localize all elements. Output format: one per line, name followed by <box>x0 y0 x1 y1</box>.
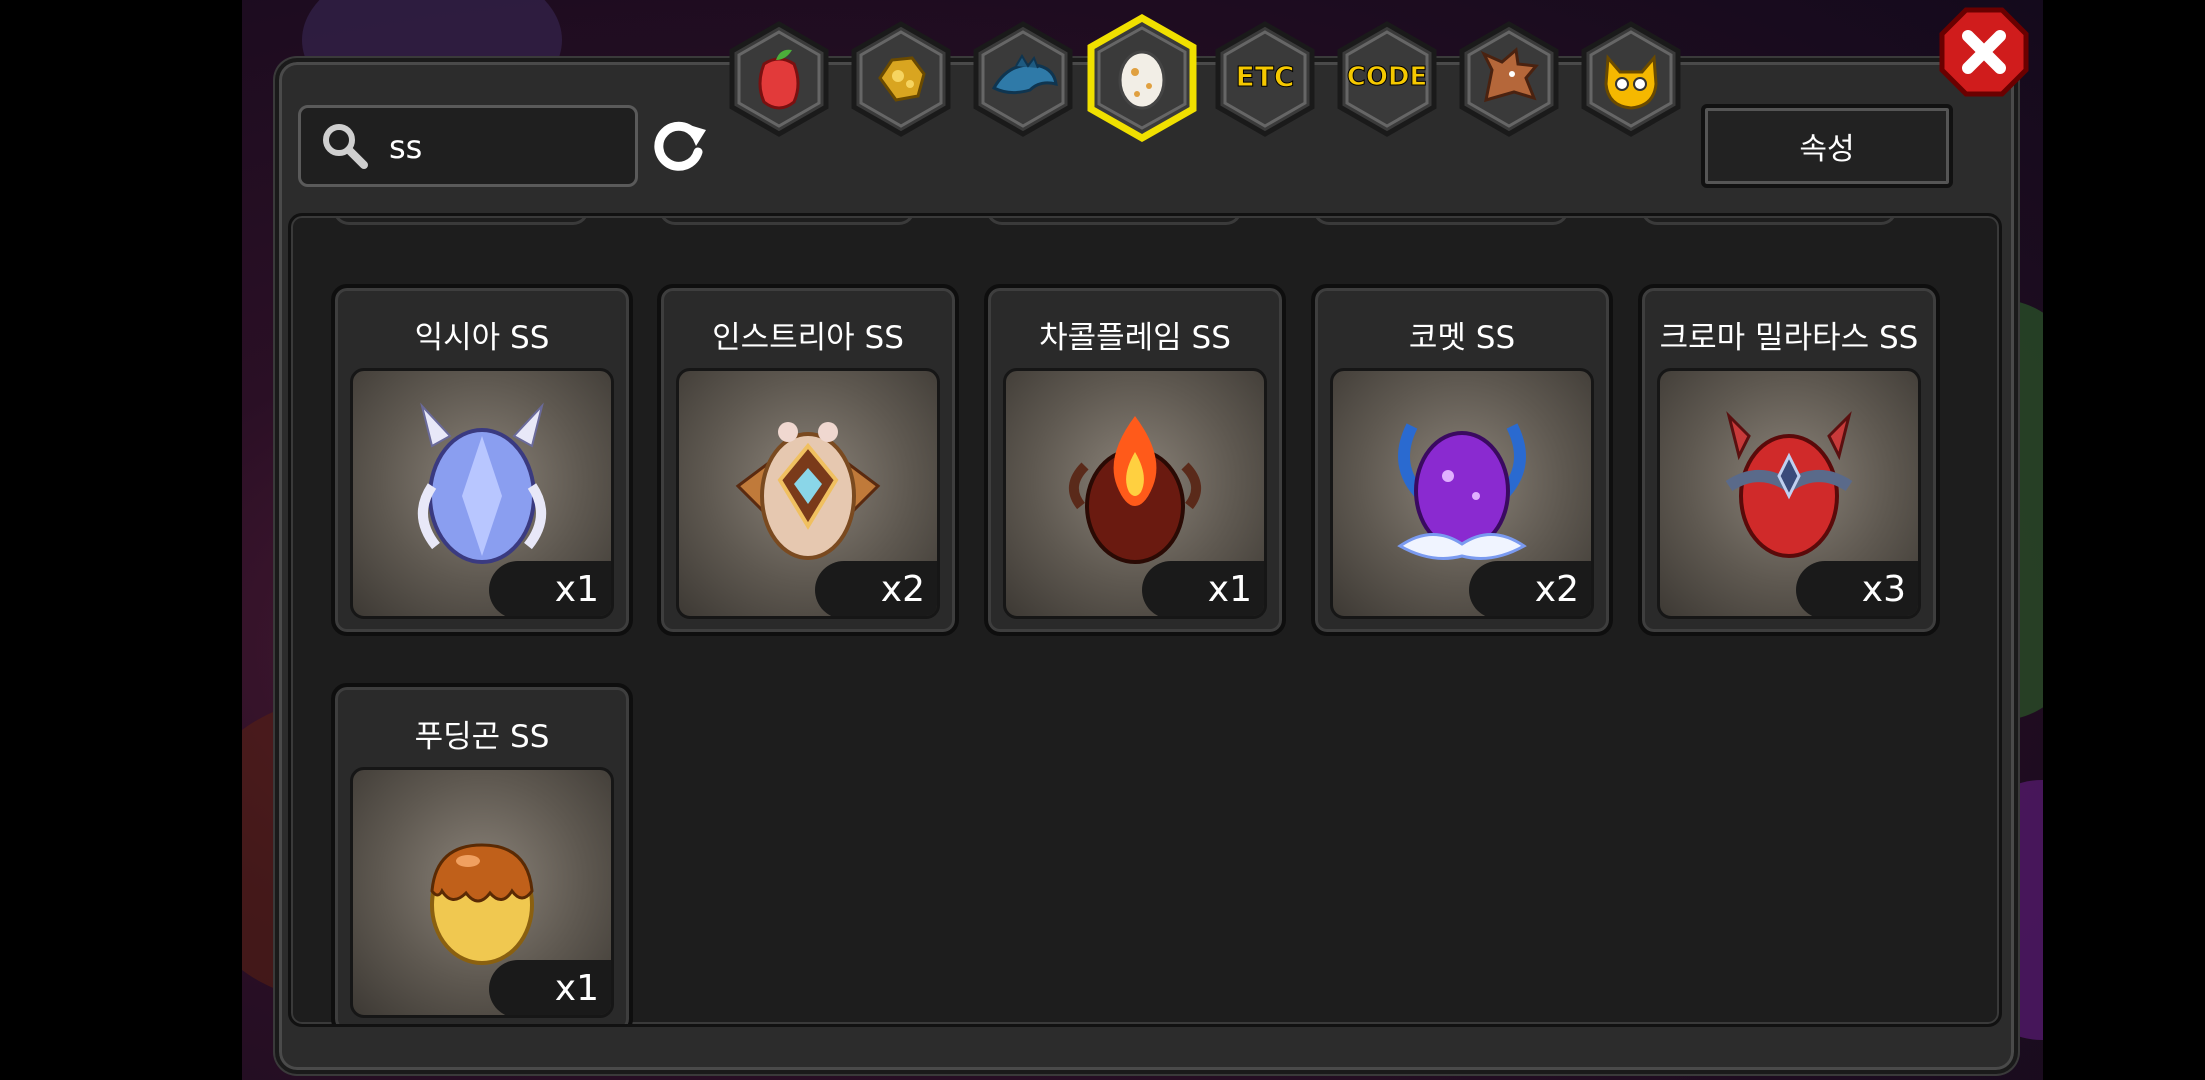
item-quantity-badge: x2 <box>1469 561 1591 616</box>
tab-code-label: CODE <box>1346 62 1428 93</box>
item-name: 코멧 SS <box>1408 320 1516 356</box>
tab-etc[interactable]: ETC <box>1212 20 1318 138</box>
item-grid[interactable]: 익시아 SS x1 인스트리아 SS x2 차콜플레임 SS x1 코멧 SS … <box>288 213 2002 1027</box>
item-quantity: x3 <box>1861 569 1906 610</box>
item-quantity-badge: x3 <box>1796 561 1918 616</box>
item-name: 크로마 밀라타스 SS <box>1659 320 1919 356</box>
tab-code[interactable]: CODE <box>1334 20 1440 138</box>
search-icon <box>323 124 368 169</box>
item-quantity-badge: x1 <box>489 561 611 616</box>
item-quantity-badge: x1 <box>1142 561 1264 616</box>
item-image: x3 <box>1657 368 1921 619</box>
item-image: x1 <box>350 368 614 619</box>
egg-icon <box>1118 50 1166 110</box>
item-quantity: x1 <box>554 968 599 1009</box>
item-image: x1 <box>350 767 614 1018</box>
previous-row-edge <box>1313 216 1569 225</box>
item-image: x2 <box>676 368 940 619</box>
tab-fruit[interactable] <box>726 20 832 138</box>
item-card[interactable]: 차콜플레임 SS x1 <box>984 284 1286 636</box>
tab-egg[interactable] <box>1085 13 1199 143</box>
item-card[interactable]: 인스트리아 SS x2 <box>657 284 959 636</box>
previous-row-edge <box>1641 216 1897 225</box>
item-name: 인스트리아 SS <box>712 320 904 356</box>
tab-dragon[interactable] <box>1456 20 1562 138</box>
attribute-button[interactable]: 속성 <box>1701 104 1953 188</box>
item-card[interactable]: 익시아 SS x1 <box>331 284 633 636</box>
refresh-icon[interactable] <box>648 114 710 176</box>
previous-row-edge <box>659 216 915 225</box>
close-button[interactable] <box>1938 6 2030 98</box>
tab-fish[interactable] <box>970 20 1076 138</box>
red-chroma-egg-icon <box>1725 411 1853 558</box>
item-quantity: x2 <box>880 569 925 610</box>
item-name: 차콜플레임 SS <box>1039 320 1231 356</box>
blue-crystal-egg-icon <box>417 402 547 564</box>
tab-etc-label: ETC <box>1235 60 1295 94</box>
previous-row-edge <box>333 216 589 225</box>
item-quantity: x1 <box>554 569 599 610</box>
item-image: x2 <box>1330 368 1594 619</box>
item-quantity: x1 <box>1207 569 1252 610</box>
item-card[interactable]: 코멧 SS x2 <box>1311 284 1613 636</box>
search-input[interactable]: ss <box>389 128 422 166</box>
previous-row-edge <box>986 216 1242 225</box>
item-quantity: x2 <box>1534 569 1579 610</box>
item-name: 푸딩곤 SS <box>414 719 550 755</box>
item-quantity-badge: x2 <box>815 561 937 616</box>
ornate-gold-egg-icon <box>735 422 881 560</box>
purple-comet-egg-icon <box>1397 423 1527 560</box>
fire-egg-icon <box>1069 416 1201 564</box>
search-box[interactable]: ss <box>298 105 638 187</box>
item-name: 익시아 SS <box>414 320 550 356</box>
item-card[interactable]: 크로마 밀라타스 SS x3 <box>1638 284 1940 636</box>
pudding-egg-icon <box>430 843 534 965</box>
item-image: x1 <box>1003 368 1267 619</box>
item-quantity-badge: x1 <box>489 960 611 1015</box>
item-card[interactable]: 푸딩곤 SS x1 <box>331 683 633 1024</box>
tab-mascot[interactable] <box>1578 20 1684 138</box>
tab-gold[interactable] <box>848 20 954 138</box>
